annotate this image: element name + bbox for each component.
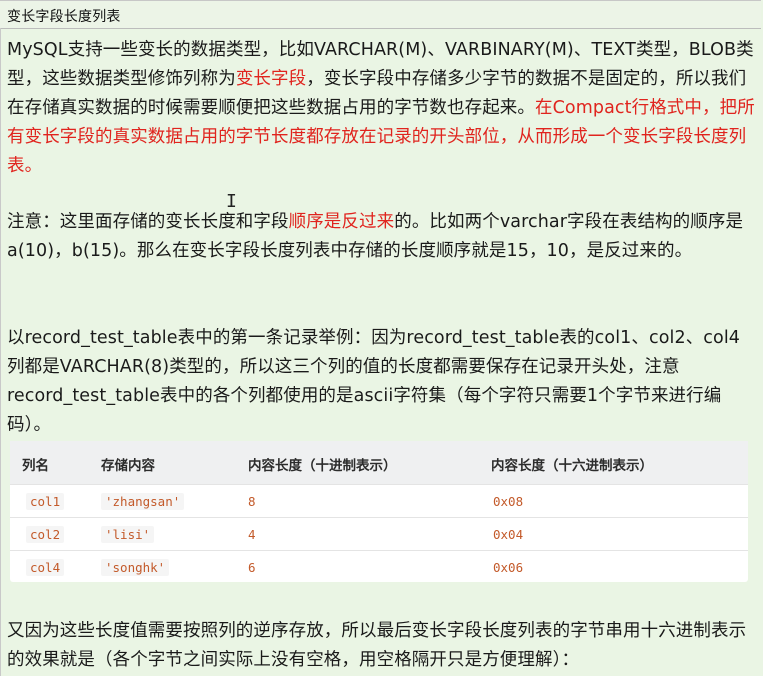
cell-column-name: col4 xyxy=(26,559,65,576)
header-length-decimal: 内容长度（十进制表示） xyxy=(248,458,397,474)
document-page: 变长字段长度列表 MySQL支持一些变长的数据类型，比如VARCHAR(M)、V… xyxy=(0,0,763,676)
cell-column-name: col2 xyxy=(26,526,65,543)
conclusion-paragraph: 又因为这些长度值需要按照列的逆序存放，所以最后变长字段长度列表的字节串用十六进制… xyxy=(7,621,747,670)
left-border xyxy=(0,28,1,676)
table-row: col4 'songhk' 6 0x06 xyxy=(10,550,748,584)
cell-length-hex: 0x06 xyxy=(493,560,524,575)
note-highlight: 顺序是反过来 xyxy=(288,212,395,232)
cell-length-decimal: 6 xyxy=(248,560,256,575)
length-table: 列名 存储内容 内容长度（十进制表示） 内容长度（十六进制表示） col1 'z… xyxy=(10,441,748,582)
section-title-bar: 变长字段长度列表 xyxy=(0,0,761,29)
cell-length-hex: 0x08 xyxy=(493,494,524,509)
header-column-name: 列名 xyxy=(22,458,49,474)
note-text-1: 注意：这里面存储的变长长度和字段 xyxy=(7,212,289,232)
table-row: col1 'zhangsan' 8 0x08 xyxy=(10,484,748,518)
header-stored-content: 存储内容 xyxy=(101,458,155,474)
intro-paragraph: MySQL支持一些变长的数据类型，比如VARCHAR(M)、VARBINARY(… xyxy=(7,36,757,181)
cell-length-decimal: 8 xyxy=(248,494,256,509)
cell-length-hex: 0x04 xyxy=(493,527,524,542)
table-header-row: 列名 存储内容 内容长度（十进制表示） 内容长度（十六进制表示） xyxy=(10,441,748,484)
cell-length-decimal: 4 xyxy=(248,527,256,542)
example-paragraph: 以record_test_table表中的第一条记录举例：因为record_te… xyxy=(7,328,741,435)
header-length-hex: 内容长度（十六进制表示） xyxy=(491,458,653,474)
intro-highlight-term: 变长字段 xyxy=(235,69,307,89)
cell-column-name: col1 xyxy=(26,493,65,510)
cell-stored-content: 'lisi' xyxy=(101,526,155,543)
note-paragraph: 注意：这里面存储的变长长度和字段顺序是反过来的。比如两个varchar字段在表结… xyxy=(7,208,757,266)
section-title: 变长字段长度列表 xyxy=(7,9,121,25)
table-row: col2 'lisi' 4 0x04 xyxy=(10,517,748,551)
cell-stored-content: 'songhk' xyxy=(101,559,170,576)
cell-stored-content: 'zhangsan' xyxy=(101,493,185,510)
